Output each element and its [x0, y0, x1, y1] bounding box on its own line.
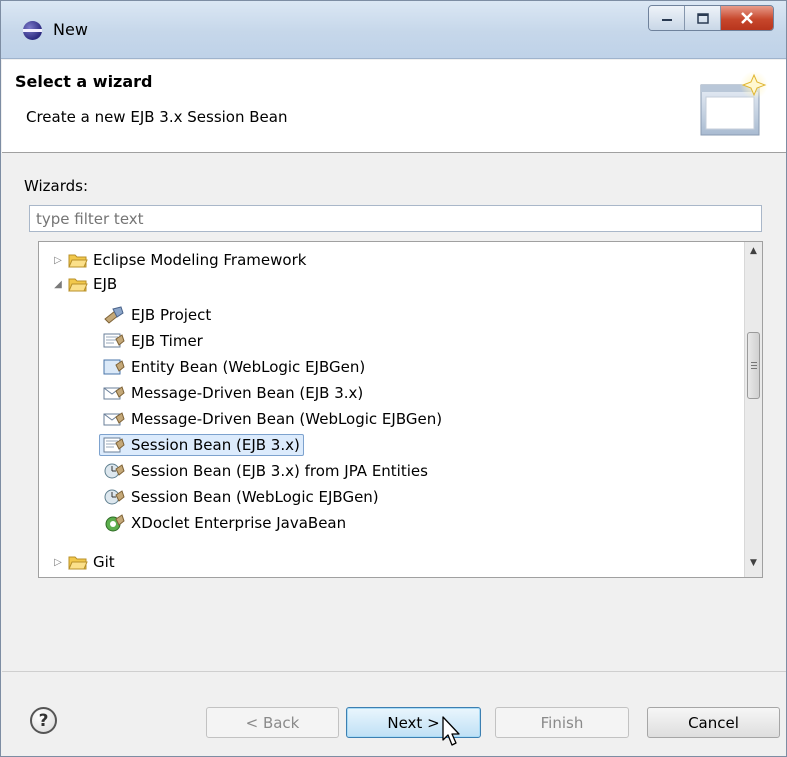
session-bean-jpa-icon: [104, 463, 125, 479]
grip-line: [751, 365, 757, 366]
back-button[interactable]: < Back: [206, 707, 339, 738]
xdoclet-icon: [105, 514, 125, 532]
expand-arrow-icon[interactable]: ▷: [51, 255, 65, 266]
maximize-button[interactable]: [685, 6, 721, 30]
selection-highlight: Session Bean (EJB 3.x): [99, 434, 304, 456]
minimize-button[interactable]: [649, 6, 685, 30]
tree-label: Session Bean (EJB 3.x) from JPA Entities: [131, 462, 428, 480]
grip-line: [751, 362, 757, 363]
vertical-scrollbar[interactable]: ▲ ▼: [744, 242, 762, 577]
entity-bean-icon: [103, 359, 125, 375]
tree-label: Message-Driven Bean (WebLogic EJBGen): [131, 410, 443, 428]
tree-item[interactable]: Message-Driven Bean (WebLogic EJBGen): [103, 407, 442, 431]
expand-arrow-icon[interactable]: ▷: [51, 557, 65, 568]
page-description: Create a new EJB 3.x Session Bean: [26, 108, 288, 126]
scroll-up-arrow-icon[interactable]: ▲: [745, 246, 762, 263]
minimize-icon: [661, 19, 672, 21]
new-wizard-banner-icon: [700, 71, 768, 136]
tree-item[interactable]: Entity Bean (WebLogic EJBGen): [103, 355, 365, 379]
tree-label: EJB Timer: [131, 332, 203, 350]
maximize-icon: [696, 12, 709, 24]
help-button[interactable]: ?: [30, 707, 57, 734]
session-bean-icon: [103, 437, 125, 453]
scrollbar-thumb[interactable]: [747, 332, 760, 399]
title-bar[interactable]: New: [1, 1, 786, 59]
ejb-timer-icon: [103, 333, 125, 348]
close-icon: [741, 12, 753, 24]
wizards-label: Wizards:: [24, 177, 89, 195]
folder-icon: [68, 556, 88, 569]
ejb-project-icon: [104, 306, 124, 324]
tree-label: Entity Bean (WebLogic EJBGen): [131, 358, 366, 376]
tree-label: Git: [93, 553, 115, 571]
tree-item[interactable]: XDoclet Enterprise JavaBean: [103, 511, 346, 535]
page-title: Select a wizard: [15, 72, 153, 91]
folder-open-icon: [68, 278, 88, 291]
tree-item[interactable]: EJB Project: [103, 303, 211, 327]
tree-label: Eclipse Modeling Framework: [93, 251, 307, 269]
message-bean-icon: [103, 412, 125, 426]
collapse-arrow-icon[interactable]: ◢: [51, 279, 65, 290]
scroll-down-arrow-icon[interactable]: ▼: [745, 558, 762, 575]
window-controls: [648, 5, 774, 31]
new-wizard-dialog: New Select a wizard Create a new EJB 3.x…: [0, 0, 787, 757]
session-bean-jpa-icon: [104, 489, 125, 505]
tree-label: Session Bean (WebLogic EJBGen): [131, 488, 379, 506]
eclipse-icon: [23, 21, 42, 40]
wizard-tree[interactable]: ▷ Eclipse Modeling Framework ◢ EJB EJB P…: [38, 241, 763, 578]
wizard-header: Select a wizard Create a new EJB 3.x Ses…: [2, 60, 786, 153]
finish-button[interactable]: Finish: [495, 707, 629, 738]
close-button[interactable]: [721, 6, 773, 30]
grip-line: [751, 368, 757, 369]
tree-label: EJB Project: [131, 306, 212, 324]
mouse-pointer-icon: [442, 716, 460, 746]
tree-item[interactable]: Session Bean (WebLogic EJBGen): [103, 485, 379, 509]
tree-label: Message-Driven Bean (EJB 3.x): [131, 384, 364, 402]
tree-folder[interactable]: ▷ Git: [51, 550, 115, 574]
filter-input[interactable]: [29, 205, 762, 232]
tree-label: Session Bean (EJB 3.x): [131, 436, 300, 454]
tree-item[interactable]: EJB Timer: [103, 329, 203, 353]
tree-label: XDoclet Enterprise JavaBean: [131, 514, 347, 532]
tree-item[interactable]: Message-Driven Bean (EJB 3.x): [103, 381, 363, 405]
message-bean-icon: [103, 386, 125, 400]
tree-folder[interactable]: ◢ EJB: [51, 272, 117, 296]
tree-item-selected[interactable]: Session Bean (EJB 3.x): [99, 433, 304, 457]
cancel-button[interactable]: Cancel: [647, 707, 780, 738]
tree-item[interactable]: Session Bean (EJB 3.x) from JPA Entities: [103, 459, 428, 483]
tree-label: EJB: [93, 275, 118, 293]
folder-icon: [68, 254, 88, 267]
footer-separator: [2, 671, 786, 672]
tree-folder[interactable]: ▷ Eclipse Modeling Framework: [51, 248, 306, 272]
window-title: New: [53, 20, 88, 39]
